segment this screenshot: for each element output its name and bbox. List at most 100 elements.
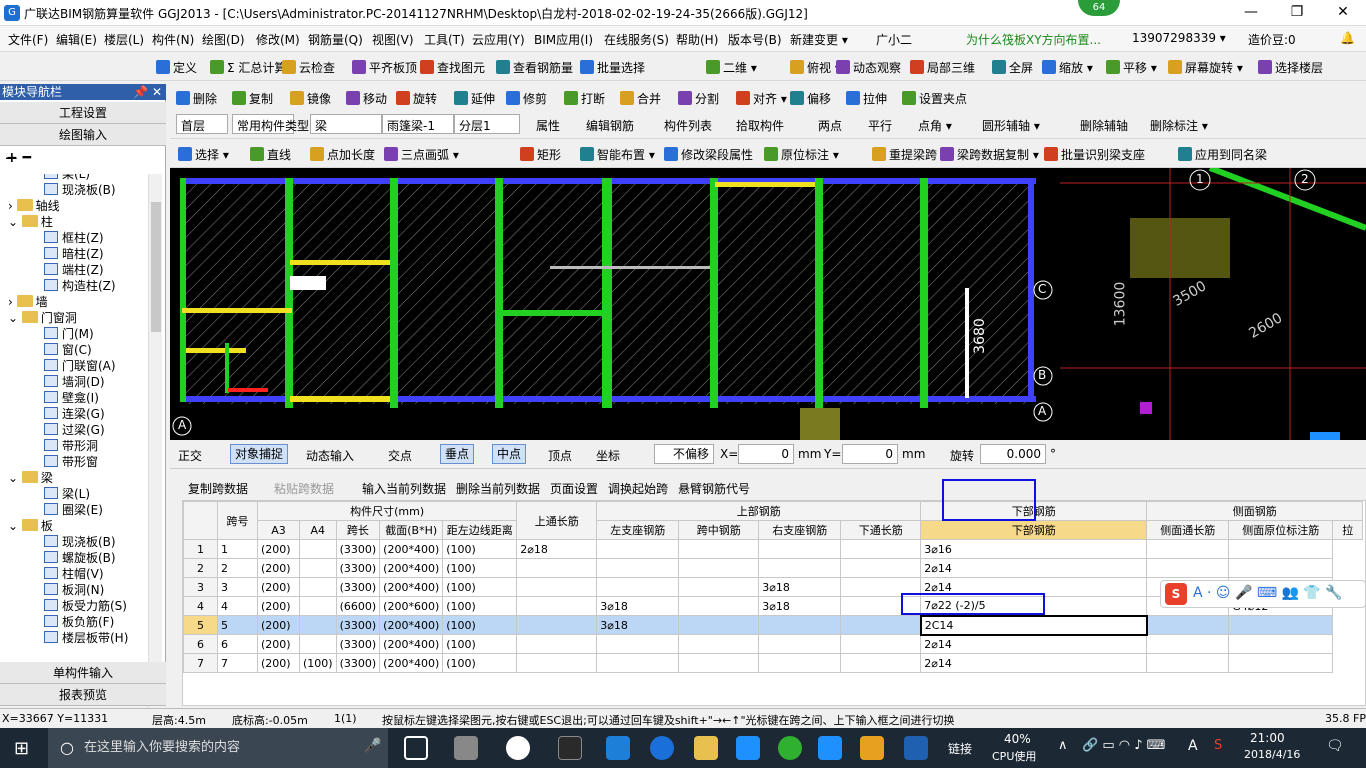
toolbar4-button[interactable]: 原位标注 ▾ — [764, 146, 839, 163]
toolbar1-button[interactable]: 二维 ▾ — [706, 59, 757, 76]
nav-drawing-input[interactable]: 绘图输入 — [0, 124, 166, 146]
tree-item[interactable]: 板洞(N) — [44, 582, 104, 598]
table-cell[interactable]: (200*400) — [379, 615, 444, 635]
table-cell[interactable] — [516, 558, 598, 578]
menu-item[interactable]: 新建变更 ▾ — [790, 31, 848, 48]
table-cell[interactable] — [1146, 539, 1230, 559]
table-cell[interactable]: 2C14 — [919, 614, 1148, 636]
table-row[interactable]: 6 6 (200) (3300) (200*400) (100) 2⌀14 — [183, 634, 1363, 654]
table-cell[interactable] — [678, 634, 760, 654]
toolbar1-button[interactable]: 云检查 — [282, 59, 335, 76]
table-cell[interactable] — [678, 558, 760, 578]
tree-item[interactable]: ⌄ 梁 — [8, 470, 53, 486]
toolbar2-button[interactable]: 延伸 — [454, 90, 495, 107]
toolbar1-button[interactable]: 查找图元 — [420, 59, 485, 76]
toolbar3-button[interactable]: 属性 — [536, 117, 560, 134]
toolbar3-button[interactable]: 拾取构件 — [736, 117, 784, 134]
notification-badge[interactable]: 64 — [1078, 0, 1120, 16]
maximize-button[interactable]: ❐ — [1274, 0, 1320, 26]
toolbar4-button[interactable]: 应用到同名梁 — [1178, 146, 1267, 163]
table-cell[interactable]: 2 — [217, 558, 258, 578]
toolbar1-button[interactable]: 选择楼层 — [1258, 59, 1323, 76]
tree-scrollbar[interactable] — [148, 174, 162, 744]
toolbar4-button[interactable]: 修改梁段属性 — [664, 146, 753, 163]
toolbar3-button[interactable]: 平行 — [868, 117, 892, 134]
tree-expander-icon[interactable]: › — [8, 295, 17, 309]
table-cell[interactable] — [299, 558, 337, 578]
menu-item[interactable]: 造价豆:0 — [1248, 31, 1296, 48]
minimize-button[interactable]: — — [1228, 0, 1274, 26]
table-cell[interactable]: (100) — [442, 634, 518, 654]
table-cell[interactable]: (100) — [299, 653, 337, 673]
nav-project-settings[interactable]: 工程设置 — [0, 102, 166, 124]
toolbar1-button[interactable]: 俯视 ▾ — [790, 59, 841, 76]
select-layer[interactable]: 分层1 — [454, 114, 520, 134]
tree-item[interactable]: 框柱(Z) — [44, 230, 104, 246]
menu-item[interactable]: 修改(M) — [256, 31, 300, 48]
table-cell[interactable] — [516, 577, 598, 597]
toolbar1-button[interactable]: 平移 ▾ — [1106, 59, 1157, 76]
menu-item[interactable]: 绘图(D) — [202, 31, 245, 48]
nav-single-component-input[interactable]: 单构件输入 — [0, 662, 166, 684]
ggj-app-icon[interactable] — [818, 736, 842, 760]
tree-item[interactable]: 墙洞(D) — [44, 374, 105, 390]
table-cell[interactable]: (100) — [442, 577, 518, 597]
table-cell[interactable] — [596, 539, 680, 559]
table-cell[interactable] — [758, 615, 842, 635]
table-cell[interactable]: 6 — [217, 634, 258, 654]
table-cell[interactable] — [1146, 653, 1230, 673]
menu-item[interactable]: 视图(V) — [372, 31, 414, 48]
select-floor[interactable]: 首层 — [176, 114, 228, 134]
grid-tool-button[interactable]: 悬臂钢筋代号 — [678, 480, 750, 497]
tree-expander-icon[interactable]: › — [8, 199, 17, 213]
toolbar2-button[interactable]: 设置夹点 — [902, 90, 967, 107]
table-cell[interactable]: (200) — [257, 615, 300, 635]
edge-icon[interactable] — [606, 736, 630, 760]
toolbar1-button[interactable]: 屏幕旋转 ▾ — [1168, 59, 1243, 76]
toolbar2-button[interactable]: 分割 — [678, 90, 719, 107]
table-cell[interactable]: (200*400) — [379, 634, 444, 654]
sogou-icon[interactable]: S — [1214, 738, 1222, 753]
toolbar2-button[interactable]: 合并 — [620, 90, 661, 107]
toolbar1-button[interactable]: 局部三维 — [910, 59, 975, 76]
tree-expander-icon[interactable]: ⌄ — [8, 471, 22, 485]
table-cell[interactable] — [1146, 634, 1230, 654]
toolbar3-button[interactable]: 点角 ▾ — [918, 117, 952, 134]
table-cell[interactable]: (200*400) — [379, 539, 444, 559]
table-cell[interactable] — [596, 577, 680, 597]
table-row[interactable]: 7 7 (200) (100) (3300) (200*400) (100) 2⌀14 — [183, 653, 1363, 673]
table-cell[interactable]: 5 — [217, 615, 258, 635]
x-input[interactable]: 0 — [738, 444, 794, 464]
table-cell[interactable]: (100) — [442, 653, 518, 673]
expand-collapse-icon[interactable]: +̶ ━ — [6, 150, 31, 166]
app-icon-2[interactable] — [904, 736, 928, 760]
toolbar1-button[interactable]: 查看钢筋量 — [496, 59, 573, 76]
toolbar1-button[interactable]: 平齐板顶 — [352, 59, 417, 76]
chrome-icon[interactable] — [558, 736, 582, 760]
table-cell[interactable] — [516, 596, 598, 616]
menu-item[interactable]: 🔔 — [1340, 31, 1355, 45]
tree-item[interactable]: 暗柱(Z) — [44, 246, 104, 262]
table-cell[interactable] — [299, 539, 337, 559]
table-cell[interactable]: 3 — [217, 577, 258, 597]
table-cell[interactable] — [596, 653, 680, 673]
table-cell[interactable] — [758, 634, 842, 654]
table-cell[interactable] — [516, 653, 598, 673]
toolbar4-button[interactable]: 智能布置 ▾ — [580, 146, 655, 163]
menu-item[interactable]: 云应用(Y) — [472, 31, 525, 48]
tree-item[interactable]: 过梁(G) — [44, 422, 105, 438]
task-view-icon[interactable] — [404, 736, 428, 760]
tree-item[interactable]: 构造柱(Z) — [44, 278, 116, 294]
tree-item[interactable]: ⌄ 门窗洞 — [8, 310, 77, 326]
table-cell[interactable]: (3300) — [335, 653, 381, 673]
toolbar1-button[interactable]: 批量选择 — [580, 59, 645, 76]
table-cell[interactable]: 3⌀16 — [920, 539, 1148, 559]
microphone-icon[interactable]: 🎤 — [364, 738, 381, 754]
table-cell[interactable]: 1 — [217, 539, 258, 559]
toolbar1-button[interactable]: 动态观察 — [836, 59, 901, 76]
menu-item[interactable]: 钢筋量(Q) — [308, 31, 363, 48]
ime-floatbar[interactable]: S A · ☺ 🎤 ⌨ 👥 👕 🔧 — [1160, 580, 1366, 608]
tree-item[interactable]: › 墙 — [8, 294, 48, 310]
grid-tool-button[interactable]: 复制跨数据 — [188, 480, 248, 497]
ime-tools-icon[interactable]: A · ☺ 🎤 ⌨ 👥 👕 🔧 — [1193, 585, 1343, 601]
